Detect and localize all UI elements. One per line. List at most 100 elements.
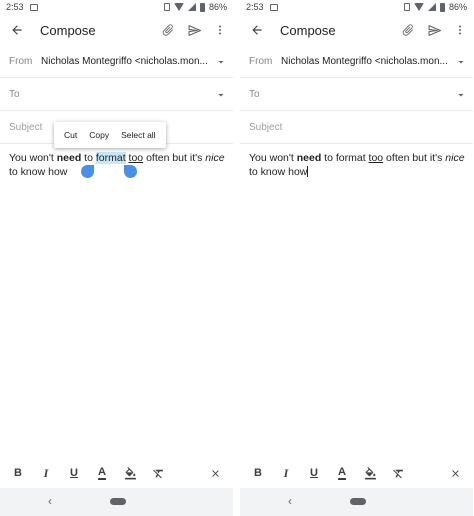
- body-bold-text: need: [56, 152, 82, 164]
- format-toolbar: B I U A: [0, 458, 233, 488]
- italic-button[interactable]: I: [272, 458, 300, 488]
- attach-icon[interactable]: [155, 16, 181, 44]
- nav-back-icon[interactable]: ‹: [48, 494, 52, 508]
- from-label: From: [9, 56, 33, 67]
- body-text-segment: often but it's: [383, 152, 446, 164]
- battery-icon: [199, 2, 205, 12]
- notification-icon: [269, 3, 278, 11]
- signal-icon: [187, 3, 196, 11]
- fill-color-icon[interactable]: [356, 458, 384, 488]
- status-time: 2:53: [246, 2, 264, 12]
- chevron-down-icon[interactable]: [455, 56, 467, 68]
- nav-back-icon[interactable]: ‹: [288, 494, 292, 508]
- body-text-segment: to format: [321, 152, 369, 164]
- screenshot-pair: 2:53 86% Compose From Nicholas Montegrif…: [0, 0, 474, 516]
- system-nav-bar: ‹: [240, 488, 473, 516]
- more-vert-icon[interactable]: [207, 16, 233, 44]
- to-label: To: [9, 89, 20, 100]
- back-arrow-icon[interactable]: [242, 16, 272, 44]
- body-text-segment: to: [81, 152, 96, 164]
- app-actions: [155, 16, 233, 44]
- body-text-segment: You won't: [249, 152, 297, 164]
- to-label: To: [249, 89, 260, 100]
- body-text-segment: to know how: [9, 166, 68, 178]
- underline-button[interactable]: U: [300, 458, 328, 488]
- text-color-button[interactable]: A: [88, 458, 116, 488]
- from-value: Nicholas Montegriffo <nicholas.mon...: [281, 56, 448, 67]
- to-field[interactable]: To: [240, 79, 473, 111]
- clear-format-icon[interactable]: [144, 458, 172, 488]
- text-color-button[interactable]: A: [328, 458, 356, 488]
- app-actions: [395, 16, 473, 44]
- subject-placeholder: Subject: [249, 122, 283, 133]
- from-field[interactable]: From Nicholas Montegriffo <nicholas.mon.…: [0, 46, 233, 78]
- more-vert-icon[interactable]: [447, 16, 473, 44]
- nav-home-pill[interactable]: [110, 498, 126, 505]
- cut-menu-item[interactable]: Cut: [58, 130, 83, 140]
- select-all-menu-item[interactable]: Select all: [115, 130, 162, 140]
- subject-field[interactable]: Subject: [240, 112, 473, 144]
- body-text-segment: to know how: [249, 166, 308, 178]
- from-label: From: [249, 56, 273, 67]
- page-title: Compose: [40, 22, 96, 38]
- status-time: 2:53: [6, 2, 24, 12]
- fill-color-icon[interactable]: [116, 458, 144, 488]
- subject-placeholder: Subject: [9, 122, 43, 133]
- body-text-segment: often but it's: [143, 152, 206, 164]
- status-bar: 2:53 86%: [0, 0, 233, 14]
- copy-menu-item[interactable]: Copy: [83, 130, 115, 140]
- battery-percent: 86%: [208, 2, 227, 12]
- selected-text: format: [95, 152, 126, 164]
- underline-button[interactable]: U: [60, 458, 88, 488]
- app-bar: Compose: [0, 16, 233, 44]
- close-icon[interactable]: [201, 458, 229, 488]
- text-color-glyph: A: [338, 466, 346, 480]
- body-bold-text: need: [296, 152, 322, 164]
- wifi-icon: [173, 3, 184, 11]
- from-field[interactable]: From Nicholas Montegriffo <nicholas.mon.…: [240, 46, 473, 78]
- body-text-segment: You won't: [9, 152, 57, 164]
- italic-button[interactable]: I: [32, 458, 60, 488]
- chevron-down-icon[interactable]: [215, 56, 227, 68]
- format-toolbar: B I U A: [240, 458, 473, 488]
- clear-format-icon[interactable]: [384, 458, 412, 488]
- compose-screen-cursor: 2:53 86% Compose From Nicholas Montegrif…: [240, 0, 473, 516]
- chevron-down-icon[interactable]: [455, 89, 467, 101]
- screen-divider: [233, 0, 240, 516]
- bold-button[interactable]: B: [4, 458, 32, 488]
- underline-glyph: U: [310, 467, 318, 479]
- body-italic-text: nice: [205, 152, 225, 164]
- status-icons: 86%: [163, 2, 227, 12]
- send-icon[interactable]: [421, 16, 447, 44]
- body-underlined-text: too: [128, 152, 144, 164]
- signal-icon: [427, 3, 436, 11]
- selection-handle-end[interactable]: [124, 165, 137, 178]
- notification-icon: [29, 3, 38, 11]
- vibrate-icon: [163, 3, 170, 11]
- body-editor[interactable]: You won't need to format too often but i…: [249, 151, 467, 179]
- send-icon[interactable]: [181, 16, 207, 44]
- compose-screen-selection: 2:53 86% Compose From Nicholas Montegrif…: [0, 0, 233, 516]
- back-arrow-icon[interactable]: [2, 16, 32, 44]
- chevron-down-icon[interactable]: [215, 89, 227, 101]
- page-title: Compose: [280, 22, 336, 38]
- status-bar: 2:53 86%: [240, 0, 473, 14]
- underline-glyph: U: [70, 467, 78, 479]
- body-underlined-text: too: [368, 152, 384, 164]
- body-editor[interactable]: You won't need to format too often but i…: [9, 151, 227, 179]
- attach-icon[interactable]: [395, 16, 421, 44]
- bold-button[interactable]: B: [244, 458, 272, 488]
- selection-handle-start[interactable]: [81, 165, 94, 178]
- text-cursor: [307, 166, 309, 177]
- system-nav-bar: ‹: [0, 488, 233, 516]
- wifi-icon: [413, 3, 424, 11]
- to-field[interactable]: To: [0, 79, 233, 111]
- close-icon[interactable]: [441, 458, 469, 488]
- battery-percent: 86%: [448, 2, 467, 12]
- vibrate-icon: [403, 3, 410, 11]
- status-icons: 86%: [403, 2, 467, 12]
- body-italic-text: nice: [445, 152, 465, 164]
- nav-home-pill[interactable]: [350, 498, 366, 505]
- app-bar: Compose: [240, 16, 473, 44]
- text-selection-menu: Cut Copy Select all: [54, 122, 166, 148]
